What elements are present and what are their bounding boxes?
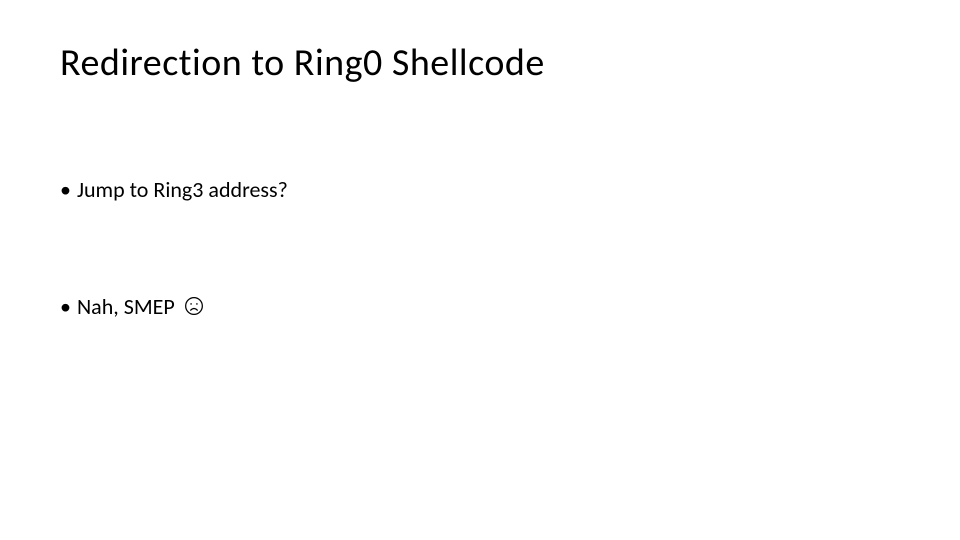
bullet-marker-icon: • xyxy=(60,176,71,203)
bullet-item: • Nah, SMEP xyxy=(60,293,900,322)
frown-icon xyxy=(184,295,204,322)
bullet-text-content: Nah, SMEP xyxy=(77,293,175,320)
bullet-marker-icon: • xyxy=(60,293,71,320)
bullet-text: Jump to Ring3 address? xyxy=(77,176,288,203)
slide-title: Redirection to Ring0 Shellcode xyxy=(60,40,900,86)
slide-content: • Jump to Ring3 address? • Nah, SMEP xyxy=(60,176,900,322)
bullet-text: Nah, SMEP xyxy=(77,293,204,322)
bullet-item: • Jump to Ring3 address? xyxy=(60,176,900,203)
slide-container: Redirection to Ring0 Shellcode • Jump to… xyxy=(0,0,960,540)
